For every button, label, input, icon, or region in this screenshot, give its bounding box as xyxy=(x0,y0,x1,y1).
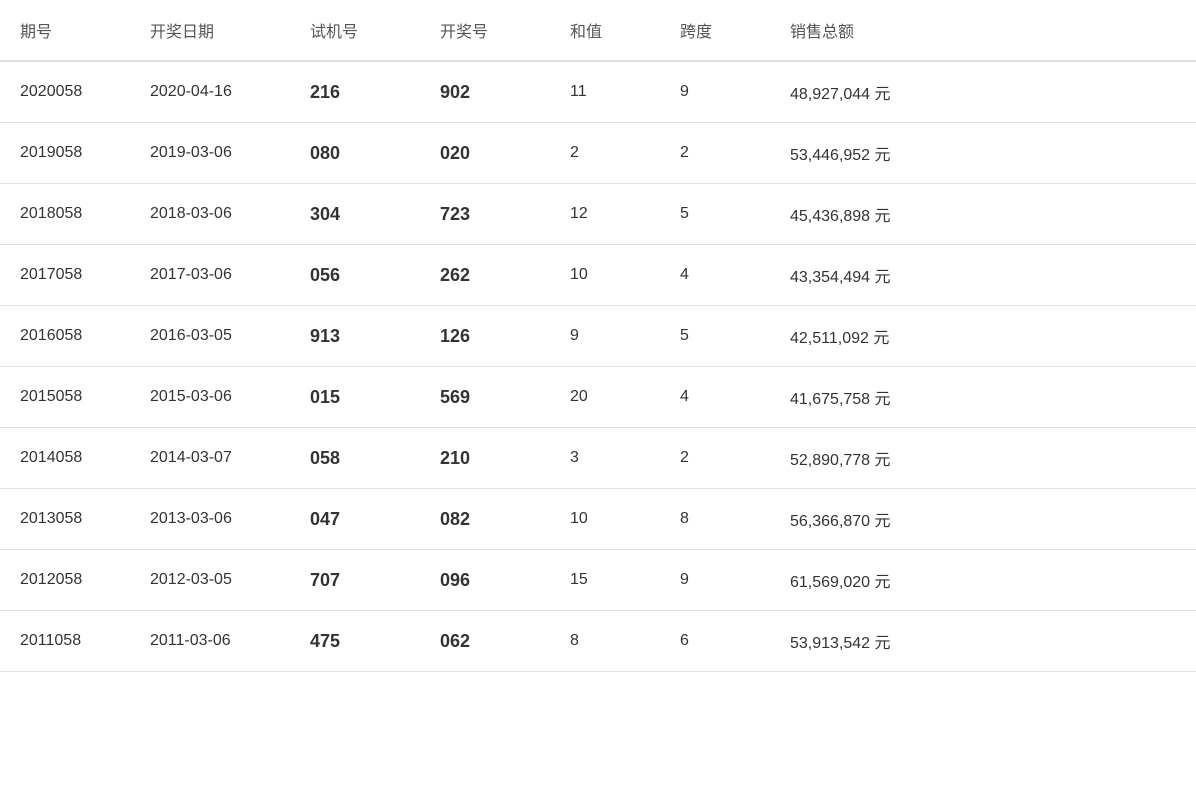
cell-shiji: 047 xyxy=(290,489,420,550)
cell-qihao: 2018058 xyxy=(0,184,130,245)
cell-hezhi: 10 xyxy=(550,245,660,306)
cell-hezhi: 20 xyxy=(550,367,660,428)
cell-date: 2017-03-06 xyxy=(130,245,290,306)
cell-hezhi: 10 xyxy=(550,489,660,550)
table-row: 20190582019-03-060800202253,446,952 元 xyxy=(0,123,1196,184)
cell-shiji: 080 xyxy=(290,123,420,184)
header-shiji: 试机号 xyxy=(290,0,420,61)
table-row: 20120582012-03-0570709615961,569,020 元 xyxy=(0,550,1196,611)
cell-shiji: 913 xyxy=(290,306,420,367)
cell-xiaoshou: 61,569,020 元 xyxy=(770,550,1196,611)
cell-qihao: 2017058 xyxy=(0,245,130,306)
cell-hezhi: 15 xyxy=(550,550,660,611)
cell-kaijang: 082 xyxy=(420,489,550,550)
cell-qihao: 2015058 xyxy=(0,367,130,428)
cell-kaijang: 020 xyxy=(420,123,550,184)
cell-kuadu: 6 xyxy=(660,611,770,672)
header-qihao: 期号 xyxy=(0,0,130,61)
table-row: 20150582015-03-0601556920441,675,758 元 xyxy=(0,367,1196,428)
cell-xiaoshou: 53,913,542 元 xyxy=(770,611,1196,672)
cell-date: 2018-03-06 xyxy=(130,184,290,245)
cell-kaijang: 902 xyxy=(420,61,550,123)
cell-kuadu: 9 xyxy=(660,61,770,123)
table-row: 20180582018-03-0630472312545,436,898 元 xyxy=(0,184,1196,245)
cell-date: 2014-03-07 xyxy=(130,428,290,489)
cell-xiaoshou: 52,890,778 元 xyxy=(770,428,1196,489)
cell-date: 2011-03-06 xyxy=(130,611,290,672)
cell-kuadu: 2 xyxy=(660,428,770,489)
cell-shiji: 304 xyxy=(290,184,420,245)
main-container: 期号 开奖日期 试机号 开奖号 和值 跨度 销售总额 20200582020-0… xyxy=(0,0,1196,786)
cell-qihao: 2016058 xyxy=(0,306,130,367)
cell-shiji: 056 xyxy=(290,245,420,306)
cell-kuadu: 5 xyxy=(660,306,770,367)
cell-kuadu: 4 xyxy=(660,367,770,428)
table-row: 20110582011-03-064750628653,913,542 元 xyxy=(0,611,1196,672)
cell-date: 2013-03-06 xyxy=(130,489,290,550)
header-kuadu: 跨度 xyxy=(660,0,770,61)
cell-shiji: 015 xyxy=(290,367,420,428)
cell-qihao: 2020058 xyxy=(0,61,130,123)
cell-shiji: 475 xyxy=(290,611,420,672)
cell-date: 2012-03-05 xyxy=(130,550,290,611)
header-hezhi: 和值 xyxy=(550,0,660,61)
cell-xiaoshou: 45,436,898 元 xyxy=(770,184,1196,245)
cell-kaijang: 210 xyxy=(420,428,550,489)
cell-kaijang: 723 xyxy=(420,184,550,245)
cell-kuadu: 8 xyxy=(660,489,770,550)
cell-qihao: 2019058 xyxy=(0,123,130,184)
cell-xiaoshou: 43,354,494 元 xyxy=(770,245,1196,306)
cell-hezhi: 9 xyxy=(550,306,660,367)
header-xiaoshou: 销售总额 xyxy=(770,0,1196,61)
table-row: 20200582020-04-1621690211948,927,044 元 xyxy=(0,61,1196,123)
cell-qihao: 2014058 xyxy=(0,428,130,489)
cell-kaijang: 569 xyxy=(420,367,550,428)
cell-kuadu: 9 xyxy=(660,550,770,611)
cell-kuadu: 2 xyxy=(660,123,770,184)
cell-qihao: 2012058 xyxy=(0,550,130,611)
cell-hezhi: 3 xyxy=(550,428,660,489)
cell-xiaoshou: 42,511,092 元 xyxy=(770,306,1196,367)
lottery-table: 期号 开奖日期 试机号 开奖号 和值 跨度 销售总额 20200582020-0… xyxy=(0,0,1196,672)
header-kaijang: 开奖号 xyxy=(420,0,550,61)
cell-hezhi: 2 xyxy=(550,123,660,184)
cell-kuadu: 5 xyxy=(660,184,770,245)
cell-kaijang: 062 xyxy=(420,611,550,672)
cell-xiaoshou: 56,366,870 元 xyxy=(770,489,1196,550)
cell-shiji: 707 xyxy=(290,550,420,611)
table-row: 20140582014-03-070582103252,890,778 元 xyxy=(0,428,1196,489)
cell-kuadu: 4 xyxy=(660,245,770,306)
cell-date: 2016-03-05 xyxy=(130,306,290,367)
cell-date: 2020-04-16 xyxy=(130,61,290,123)
cell-xiaoshou: 53,446,952 元 xyxy=(770,123,1196,184)
cell-qihao: 2011058 xyxy=(0,611,130,672)
cell-shiji: 058 xyxy=(290,428,420,489)
cell-kaijang: 126 xyxy=(420,306,550,367)
cell-qihao: 2013058 xyxy=(0,489,130,550)
cell-shiji: 216 xyxy=(290,61,420,123)
cell-hezhi: 12 xyxy=(550,184,660,245)
cell-xiaoshou: 48,927,044 元 xyxy=(770,61,1196,123)
cell-hezhi: 8 xyxy=(550,611,660,672)
cell-date: 2019-03-06 xyxy=(130,123,290,184)
cell-hezhi: 11 xyxy=(550,61,660,123)
table-row: 20160582016-03-059131269542,511,092 元 xyxy=(0,306,1196,367)
table-header-row: 期号 开奖日期 试机号 开奖号 和值 跨度 销售总额 xyxy=(0,0,1196,61)
header-date: 开奖日期 xyxy=(130,0,290,61)
cell-kaijang: 262 xyxy=(420,245,550,306)
cell-date: 2015-03-06 xyxy=(130,367,290,428)
table-row: 20130582013-03-0604708210856,366,870 元 xyxy=(0,489,1196,550)
table-row: 20170582017-03-0605626210443,354,494 元 xyxy=(0,245,1196,306)
cell-kaijang: 096 xyxy=(420,550,550,611)
cell-xiaoshou: 41,675,758 元 xyxy=(770,367,1196,428)
